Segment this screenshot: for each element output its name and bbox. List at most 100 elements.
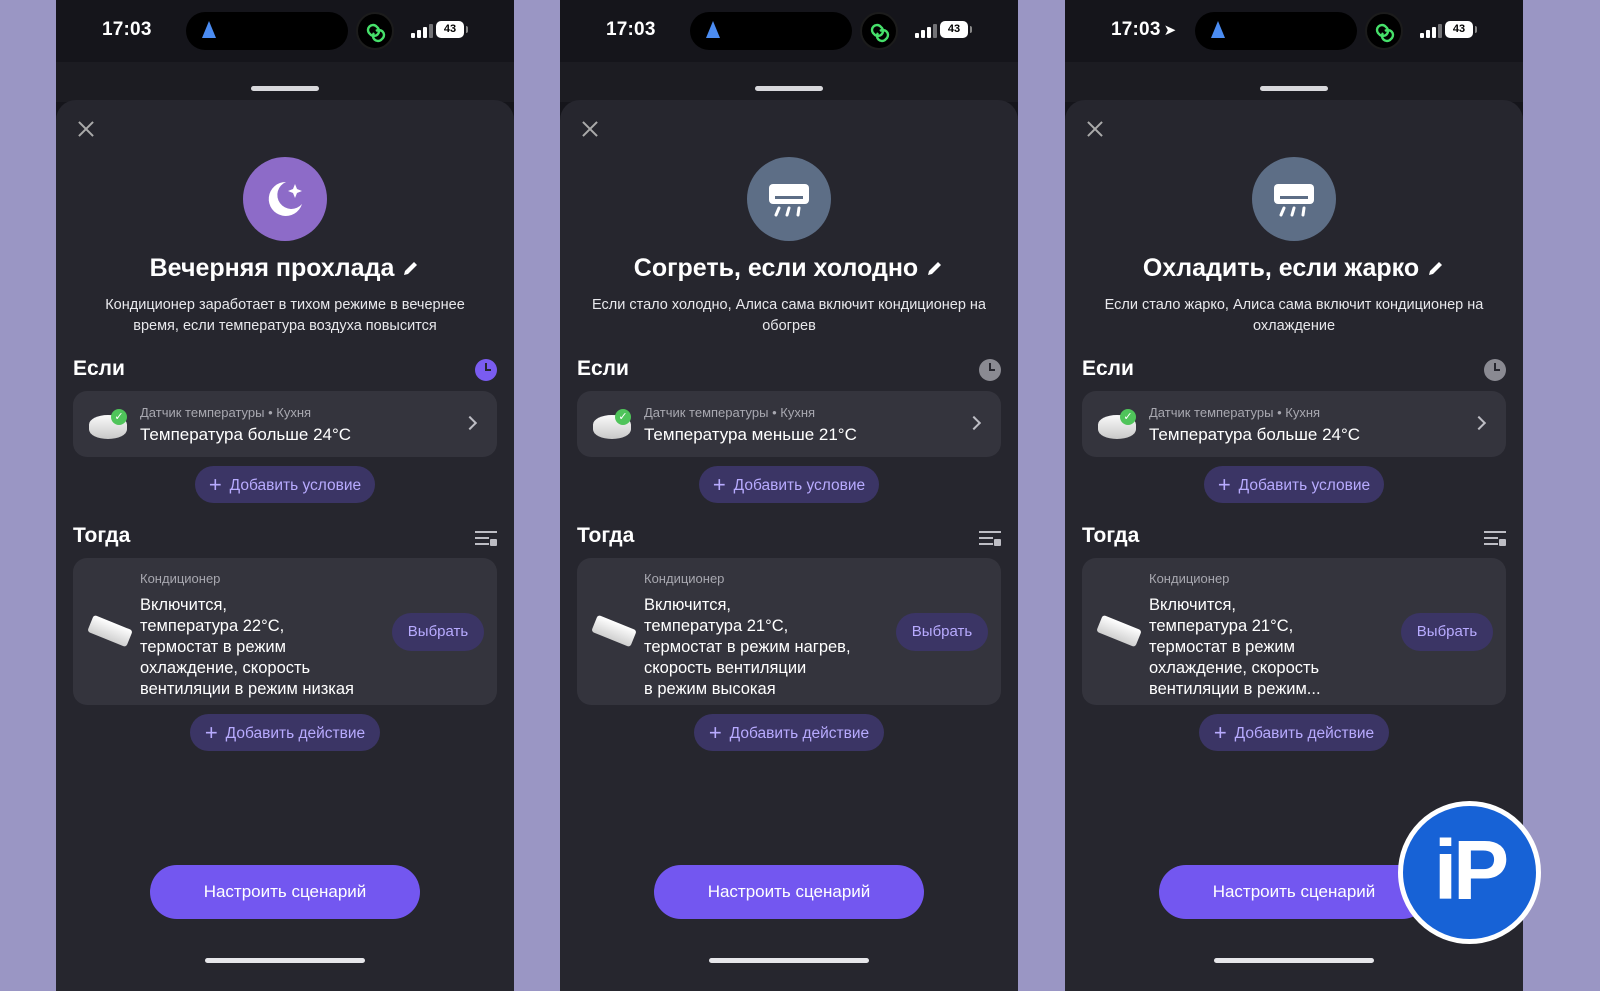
condition-caption: Датчик температуры • Кухня: [140, 405, 312, 420]
then-section-label: Тогда: [577, 524, 635, 547]
condition-card[interactable]: ✓ Датчик температуры • Кухня Температура…: [1082, 391, 1506, 457]
plus-icon: +: [204, 720, 218, 745]
air-conditioner-icon: [1252, 157, 1336, 241]
action-line: вентиляции в режим...: [1149, 680, 1321, 698]
action-line: температура 21°C,: [644, 617, 789, 635]
action-caption: Кондиционер: [140, 571, 221, 586]
then-section-label: Тогда: [73, 524, 131, 547]
scenario-description: Если стало жарко, Алиса сама включит кон…: [1104, 297, 1484, 334]
action-line: термостат в режим: [140, 638, 286, 656]
close-icon[interactable]: [1083, 117, 1107, 141]
if-section-label: Если: [73, 357, 125, 380]
background-app-strip: [560, 62, 1018, 102]
air-conditioner-device-icon: [87, 614, 133, 648]
action-line: охлаждение, скорость: [1149, 659, 1320, 677]
then-section-label: Тогда: [1082, 524, 1140, 547]
add-action-button[interactable]: + Добавить действие: [1199, 714, 1389, 751]
close-icon[interactable]: [578, 117, 602, 141]
condition-caption: Датчик температуры • Кухня: [1149, 405, 1321, 420]
phone-screen: 17:03 43 Согреть, если холодно Если стал…: [560, 0, 1018, 991]
chevron-right-icon: [966, 415, 982, 431]
scenario-description: Если стало холодно, Алиса сама включит к…: [592, 297, 986, 334]
status-bar: 17:03 ➤ 43: [1065, 0, 1523, 62]
clock-icon[interactable]: [979, 359, 1001, 381]
navigation-arrow-icon: [1211, 21, 1225, 38]
select-button[interactable]: Выбрать: [896, 613, 988, 651]
sheet-grabber[interactable]: [1260, 86, 1328, 91]
scenario-sheet: Вечерняя прохлада Кондиционер заработает…: [56, 100, 514, 991]
action-line: Включится,: [644, 596, 732, 614]
condition-card[interactable]: ✓ Датчик температуры • Кухня Температура…: [73, 391, 497, 457]
configure-scenario-button[interactable]: Настроить сценарий: [1159, 865, 1429, 919]
background-app-strip: [56, 62, 514, 102]
reorder-icon[interactable]: [979, 530, 1001, 546]
add-condition-button[interactable]: + Добавить условие: [699, 466, 879, 503]
clock-icon[interactable]: [1484, 359, 1506, 381]
scenario-title[interactable]: Охладить, если жарко: [1065, 254, 1523, 284]
action-line: вентиляции в режим низкая: [140, 680, 354, 698]
pencil-icon[interactable]: [1427, 255, 1445, 284]
select-button[interactable]: Выбрать: [392, 613, 484, 651]
close-icon[interactable]: [74, 117, 98, 141]
clock-icon[interactable]: [475, 359, 497, 381]
action-text: Включится, температура 21°C, термостат в р…: [1149, 595, 1389, 700]
condition-card[interactable]: ✓ Датчик температуры • Кухня Температура…: [577, 391, 1001, 457]
navigation-arrow-icon: [706, 21, 720, 38]
plus-icon: +: [208, 472, 222, 497]
scenario-title[interactable]: Вечерняя прохлада: [56, 254, 514, 284]
moon-star-icon: [243, 157, 327, 241]
sheet-grabber[interactable]: [755, 86, 823, 91]
temperature-sensor-icon: ✓: [593, 409, 631, 439]
action-line: термостат в режим: [1149, 638, 1295, 656]
scenario-description: Кондиционер заработает в тихом режиме в …: [105, 297, 465, 334]
temperature-sensor-icon: ✓: [1098, 409, 1136, 439]
location-arrow-icon: ➤: [1163, 22, 1177, 39]
navigation-arrow-icon: [202, 21, 216, 38]
condition-text: Температура больше 24°C: [1149, 425, 1361, 444]
action-card[interactable]: Кондиционер Включится, температура 21°C, т…: [577, 558, 1001, 705]
scenario-sheet: Согреть, если холодно Если стало холодно…: [560, 100, 1018, 991]
reorder-icon[interactable]: [1484, 530, 1506, 546]
action-line: термостат в режим нагрев,: [644, 638, 851, 656]
temperature-sensor-icon: ✓: [89, 409, 127, 439]
add-condition-button[interactable]: + Добавить условие: [195, 466, 375, 503]
plus-icon: +: [708, 720, 722, 745]
battery-icon: 43: [1445, 21, 1477, 38]
alice-icon: [356, 12, 394, 50]
add-action-button[interactable]: + Добавить действие: [190, 714, 380, 751]
iphones-logo: iP: [1398, 801, 1541, 944]
configure-scenario-button[interactable]: Настроить сценарий: [150, 865, 420, 919]
action-line: скорость вентиляции: [644, 659, 807, 677]
signal-icon: [915, 24, 937, 38]
alice-icon: [1365, 12, 1403, 50]
status-time: 17:03 ➤: [1111, 19, 1177, 40]
add-condition-button[interactable]: + Добавить условие: [1204, 466, 1384, 503]
pencil-icon[interactable]: [402, 255, 420, 284]
if-section-label: Если: [577, 357, 629, 380]
condition-caption: Датчик температуры • Кухня: [644, 405, 816, 420]
action-card[interactable]: Кондиционер Включится, температура 22°C, т…: [73, 558, 497, 705]
background-app-strip: [1065, 62, 1523, 102]
pencil-icon[interactable]: [926, 255, 944, 284]
sheet-grabber[interactable]: [251, 86, 319, 91]
action-line: температура 22°C,: [140, 617, 285, 635]
scenario-title[interactable]: Согреть, если холодно: [560, 254, 1018, 284]
condition-text: Температура больше 24°C: [140, 425, 352, 444]
action-line: Включится,: [1149, 596, 1237, 614]
action-card[interactable]: Кондиционер Включится, температура 21°C, т…: [1082, 558, 1506, 705]
select-button[interactable]: Выбрать: [1401, 613, 1493, 651]
chevron-right-icon: [462, 415, 478, 431]
status-bar: 17:03 43: [56, 0, 514, 62]
reorder-icon[interactable]: [475, 530, 497, 546]
configure-scenario-button[interactable]: Настроить сценарий: [654, 865, 924, 919]
air-conditioner-device-icon: [591, 614, 637, 648]
air-conditioner-device-icon: [1096, 614, 1142, 648]
add-action-button[interactable]: + Добавить действие: [694, 714, 884, 751]
action-text: Включится, температура 22°C, термостат в р…: [140, 595, 380, 700]
battery-icon: 43: [940, 21, 972, 38]
home-indicator: [709, 958, 869, 963]
action-line: в режим высокая: [644, 680, 776, 698]
status-time: 17:03: [606, 19, 656, 40]
plus-icon: +: [1213, 720, 1227, 745]
dynamic-island: [1195, 12, 1357, 50]
